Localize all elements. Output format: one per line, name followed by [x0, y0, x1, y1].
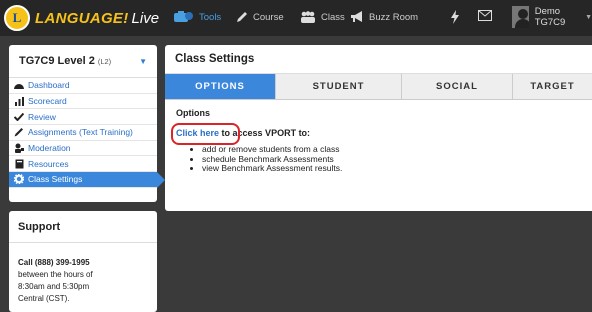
- moderation-icon: [13, 143, 25, 154]
- top-bar: L LANGUAGE! Live Tools Course Class Buzz…: [0, 0, 592, 36]
- nav-buzz-room[interactable]: Buzz Room: [350, 11, 418, 23]
- nav-tools[interactable]: Tools: [174, 11, 221, 23]
- highlight-circle: [171, 123, 240, 145]
- tab-student[interactable]: STUDENT: [276, 74, 402, 99]
- sidebar-item-label: Review: [28, 111, 56, 122]
- support-hours-line2: 8:30am and 5:30pm: [18, 282, 90, 291]
- check-icon: [13, 112, 25, 121]
- pencil-icon: [13, 127, 25, 137]
- sidebar-item-scorecard[interactable]: Scorecard: [9, 94, 157, 110]
- tools-icon: [174, 11, 194, 23]
- sidebar-item-resources[interactable]: Resources: [9, 156, 157, 173]
- page-title: Class Settings: [165, 45, 592, 74]
- sidebar-item-label: Resources: [28, 158, 69, 169]
- options-content: Options Click here to access VPORT to: a…: [165, 100, 592, 174]
- support-panel: Support Call (888) 399-1995 between the …: [9, 211, 157, 312]
- tab-options[interactable]: OPTIONS: [165, 74, 276, 99]
- course-level: (L2): [97, 56, 112, 66]
- book-icon: [13, 159, 25, 169]
- support-title: Support: [9, 211, 157, 243]
- sidebar-item-assignments[interactable]: Assignments (Text Training): [9, 125, 157, 141]
- nav-course[interactable]: Course: [236, 11, 284, 23]
- nav-course-label: Course: [253, 11, 284, 23]
- people-icon: [300, 11, 316, 23]
- chevron-down-icon: ▼: [139, 56, 147, 66]
- nav-buzz-room-label: Buzz Room: [369, 11, 419, 23]
- nav-class[interactable]: Class: [300, 11, 345, 23]
- support-hours-line3: Central (CST).: [18, 294, 70, 303]
- vport-options-list: add or remove students from a class sche…: [202, 144, 582, 174]
- options-heading: Options: [176, 108, 210, 118]
- lightning-icon[interactable]: [450, 10, 460, 26]
- mail-icon[interactable]: [478, 10, 492, 23]
- settings-tabs: OPTIONS STUDENT SOCIAL TARGET: [165, 74, 592, 100]
- tab-target[interactable]: TARGET: [513, 74, 592, 99]
- sidebar-item-dashboard[interactable]: Dashboard: [9, 78, 157, 94]
- sidebar-item-label: Dashboard: [28, 80, 70, 91]
- list-item: view Benchmark Assessment results.: [202, 163, 582, 174]
- sidebar-item-label: Assignments (Text Training): [28, 127, 133, 138]
- sidebar-menu: Dashboard Scorecard Review Assignments (…: [9, 78, 165, 188]
- sidebar: TG7C9 Level 2 (L2) ▼ Dashboard Scorecard…: [9, 45, 165, 202]
- user-name: Demo TG7C9: [534, 6, 566, 28]
- course-name: TG7C9 Level 2: [19, 55, 95, 67]
- avatar: [512, 6, 529, 28]
- nav-class-label: Class: [321, 11, 345, 23]
- app-logo[interactable]: L LANGUAGE! Live: [4, 5, 159, 31]
- chevron-down-icon: ▼: [585, 13, 592, 21]
- tab-social[interactable]: SOCIAL: [402, 74, 513, 99]
- megaphone-icon: [350, 11, 364, 23]
- sidebar-item-label: Scorecard: [28, 96, 67, 107]
- logo-badge: L: [4, 5, 30, 31]
- support-hours-line1: between the hours of: [18, 270, 93, 279]
- sidebar-item-class-settings[interactable]: Class Settings: [9, 172, 165, 188]
- gear-icon: [13, 174, 25, 185]
- sidebar-item-label: Moderation: [28, 143, 71, 154]
- vport-instruction: Click here to access VPORT to:: [171, 123, 582, 145]
- nav-tools-label: Tools: [199, 11, 222, 23]
- sidebar-item-label: Class Settings: [28, 174, 83, 185]
- support-phone: Call (888) 399-1995: [18, 258, 90, 267]
- sidebar-item-moderation[interactable]: Moderation: [9, 141, 157, 157]
- bar-chart-icon: [13, 96, 25, 106]
- pencil-icon: [236, 11, 248, 23]
- course-selector[interactable]: TG7C9 Level 2 (L2) ▼: [9, 45, 157, 78]
- sidebar-item-review[interactable]: Review: [9, 109, 157, 126]
- user-menu[interactable]: Demo TG7C9 ▼: [512, 6, 592, 28]
- class-settings-panel: Class Settings OPTIONS STUDENT SOCIAL TA…: [165, 45, 592, 211]
- support-body: Call (888) 399-1995 between the hours of…: [9, 243, 157, 305]
- logo-subtext: Live: [131, 9, 160, 27]
- logo-text: LANGUAGE!: [35, 9, 129, 27]
- dashboard-icon: [13, 81, 25, 90]
